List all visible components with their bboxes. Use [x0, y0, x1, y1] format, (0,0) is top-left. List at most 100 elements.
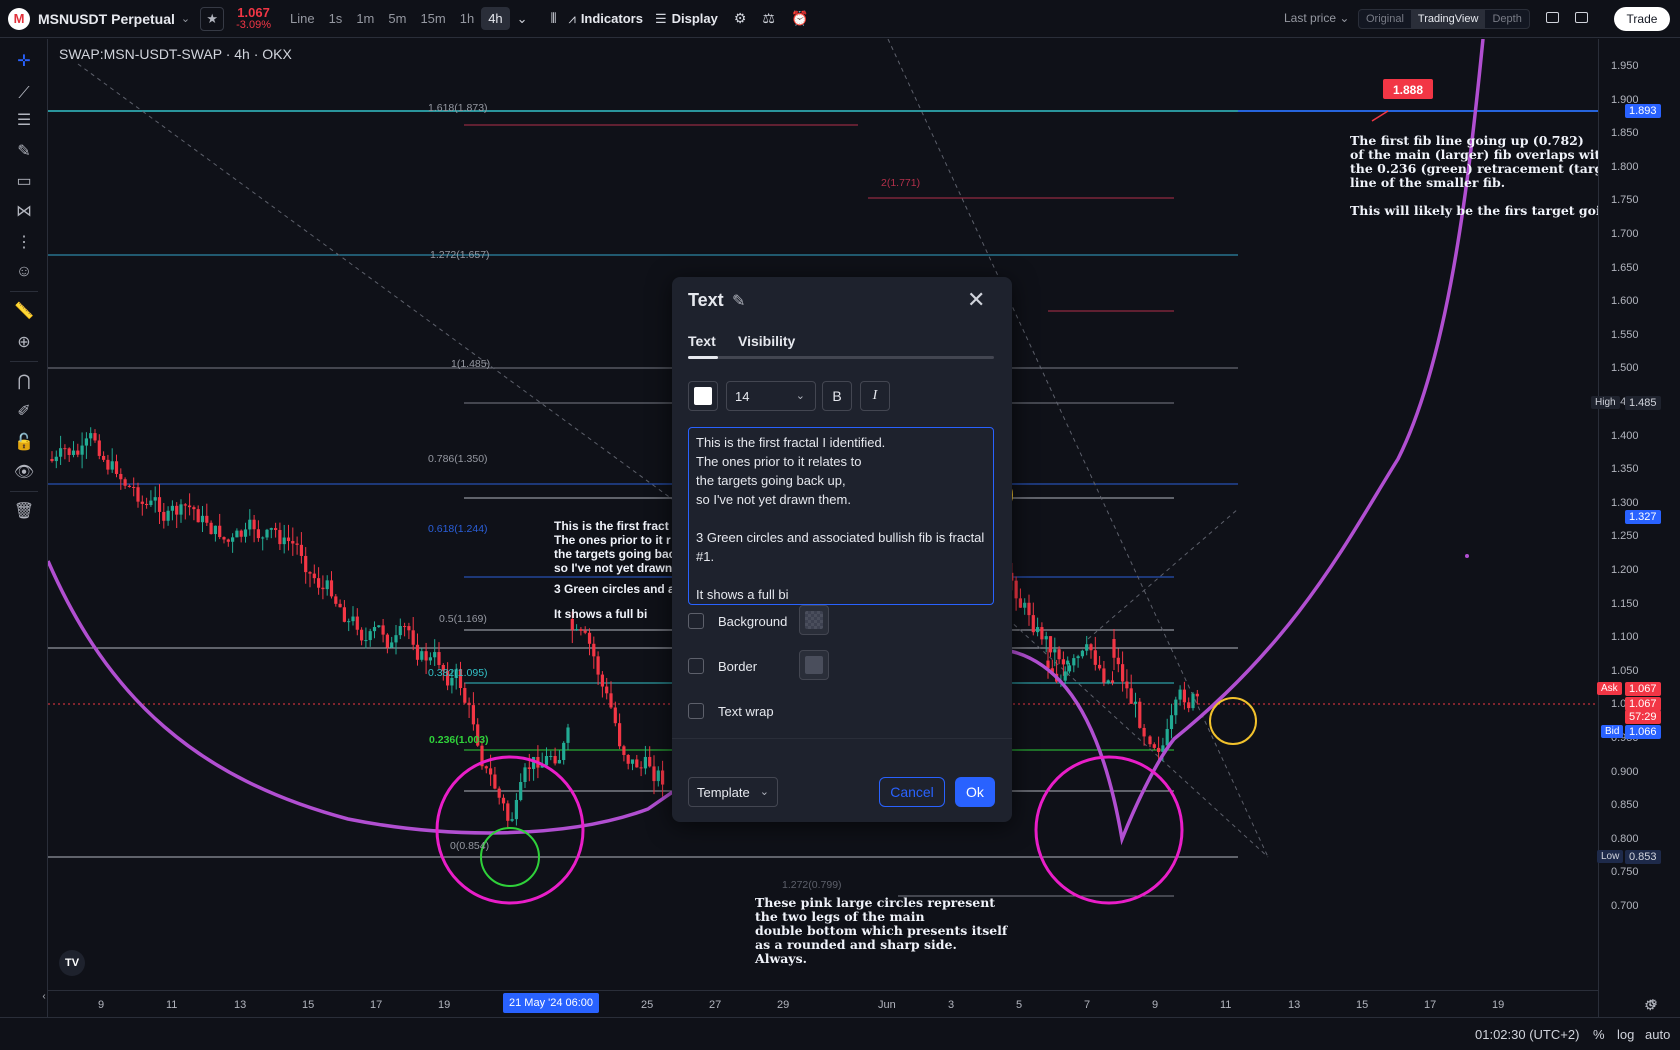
layout-icon[interactable] [1546, 12, 1559, 23]
fib-label-5: 0.5(1.169) [439, 613, 487, 625]
symbol-name[interactable]: MSNUSDT Perpetual [38, 11, 175, 27]
candle-body [256, 529, 260, 539]
candle-body [557, 760, 561, 764]
candle-body [1048, 636, 1053, 653]
toolbar-divider [10, 291, 38, 292]
indicators-button[interactable]: ⩘ Indicators [568, 11, 642, 27]
text-wrap-option[interactable]: Text wrap [688, 703, 774, 719]
ok-button[interactable]: Ok [955, 777, 995, 807]
candle-body [1129, 688, 1133, 704]
pattern-icon[interactable]: ⋈ [12, 199, 36, 223]
emoji-icon[interactable]: ☺ [12, 260, 36, 284]
chevron-down-icon[interactable]: ⌄ [181, 12, 190, 25]
display-button[interactable]: ☰ Display [655, 11, 718, 27]
time-tick: 7 [1084, 999, 1091, 1011]
settings-gear-icon[interactable]: ⚙ [734, 10, 747, 27]
brush-icon[interactable]: ✎ [12, 139, 36, 163]
candle-body [136, 487, 140, 502]
timeframe-15m[interactable]: 15m [413, 7, 452, 30]
text-tool-icon[interactable]: ▭ [12, 169, 36, 193]
timeframe-4h[interactable]: 4h [481, 7, 510, 30]
ruler-icon[interactable]: 📏 [12, 299, 36, 323]
candle-body [140, 501, 144, 504]
text-input-area[interactable]: This is the first fractal I identified. … [688, 427, 994, 605]
favorite-star-icon[interactable]: ★ [200, 6, 225, 31]
tab-text[interactable]: Text [688, 333, 716, 349]
view-tradingview[interactable]: TradingView [1410, 10, 1486, 28]
candle-body [102, 455, 106, 460]
prediction-icon[interactable]: ⋮ [12, 230, 36, 254]
stay-drawing-icon[interactable]: ✐ [12, 399, 36, 423]
timeframe-more-chevron-icon[interactable]: ⌄ [510, 7, 535, 31]
view-depth[interactable]: Depth [1485, 10, 1528, 28]
status-bar: 01:02:30 (UTC+2) % log auto [0, 1017, 1680, 1050]
fib-tool-icon[interactable]: ☰ [12, 108, 36, 132]
font-size-select[interactable]: 14 ⌄ [726, 381, 816, 411]
annotation-text-middle-3[interactable]: It shows a full bi [554, 607, 647, 621]
trash-icon[interactable]: 🗑 [12, 499, 36, 523]
annotation-text-bottom[interactable]: These pink large circles represent the t… [755, 896, 1007, 966]
trade-button[interactable]: Trade [1614, 7, 1670, 31]
time-tick: 25 [641, 999, 654, 1011]
cancel-button[interactable]: Cancel [879, 777, 945, 807]
view-original[interactable]: Original [1359, 10, 1411, 28]
candle-body [385, 634, 389, 648]
candle-body [1148, 736, 1152, 745]
text-settings-dialog: Text ✎ ✕ Text Visibility 14 ⌄ B I This i… [672, 277, 1012, 822]
log-toggle[interactable]: log [1617, 1027, 1634, 1042]
candle-body [1125, 681, 1129, 689]
trend-line-icon[interactable]: ⟋ [12, 82, 36, 106]
background-color-picker[interactable] [799, 605, 829, 635]
candle-body [523, 767, 527, 782]
tab-visibility[interactable]: Visibility [738, 333, 795, 349]
magnet-icon[interactable]: ⋂ [12, 369, 36, 393]
last-price-dropdown[interactable]: Last price ⌄ [1284, 11, 1349, 25]
trend-line-dashed [1007, 618, 1269, 858]
text-color-swatch[interactable] [688, 381, 718, 411]
italic-button[interactable]: I [860, 381, 890, 411]
background-checkbox[interactable] [688, 613, 704, 629]
time-tick: 27 [709, 999, 722, 1011]
border-checkbox[interactable] [688, 658, 704, 674]
text-wrap-checkbox[interactable] [688, 703, 704, 719]
last-value: 1.067 [1625, 697, 1661, 711]
border-color-picker[interactable] [799, 650, 829, 680]
lock-icon[interactable]: 🔓 [12, 430, 36, 454]
tradingview-logo-icon[interactable]: TV [59, 950, 85, 976]
alert-bell-icon[interactable]: ⏰ [791, 10, 808, 27]
bold-button[interactable]: B [822, 381, 852, 411]
auto-toggle[interactable]: auto [1645, 1027, 1670, 1042]
top-toolbar: M MSNUSDT Perpetual ⌄ ★ 1.067 -3.09% Lin… [0, 0, 1680, 38]
eye-icon[interactable]: 👁 [12, 460, 36, 484]
timeframe-1m[interactable]: 1m [349, 7, 381, 30]
annotation-text-middle[interactable]: This is the first fract The ones prior t… [554, 519, 675, 575]
fib-label-0: 0(0.854) [450, 840, 490, 852]
clock[interactable]: 01:02:30 (UTC+2) [1475, 1027, 1579, 1042]
time-axis[interactable]: 9111315171923252729Jun35791113151719 21 … [48, 990, 1658, 1016]
compare-scale-icon[interactable]: ⚖ [762, 10, 775, 27]
time-crosshair-label: 21 May '24 06:00 [503, 993, 600, 1013]
close-icon[interactable]: ✕ [967, 287, 985, 313]
fullscreen-icon[interactable] [1575, 12, 1588, 23]
percent-toggle[interactable]: % [1593, 1027, 1605, 1042]
background-option[interactable]: Background [688, 613, 787, 629]
price-axis[interactable]: 1.950 1.900 1.850 1.800 1.750 1.700 1.650 1.600… [1591, 39, 1680, 1017]
timeframe-line[interactable]: Line [283, 7, 322, 30]
timeframe-1s[interactable]: 1s [322, 7, 350, 30]
timeframe-5m[interactable]: 5m [381, 7, 413, 30]
rename-pencil-icon[interactable]: ✎ [732, 291, 745, 311]
border-option[interactable]: Border [688, 658, 757, 674]
crosshair-icon[interactable]: ✛ [12, 49, 36, 73]
candle-body [226, 539, 230, 542]
axis-settings-gear-icon[interactable]: ⚙ [1644, 997, 1657, 1014]
collapse-toolbar-icon[interactable]: ‹ [40, 984, 48, 1008]
candle-body [489, 768, 493, 775]
template-dropdown[interactable]: Template ⌄ [688, 777, 778, 807]
price-tick: 0.800 [1611, 832, 1639, 845]
candle-body [1063, 671, 1067, 681]
annotation-text-middle-2[interactable]: 3 Green circles and a [554, 582, 675, 596]
timeframe-1h[interactable]: 1h [453, 7, 481, 30]
chart-type-icon[interactable]: ⫴ [551, 10, 557, 27]
last-price: 1.067 [237, 4, 270, 20]
zoom-in-icon[interactable]: ⊕ [12, 330, 36, 354]
